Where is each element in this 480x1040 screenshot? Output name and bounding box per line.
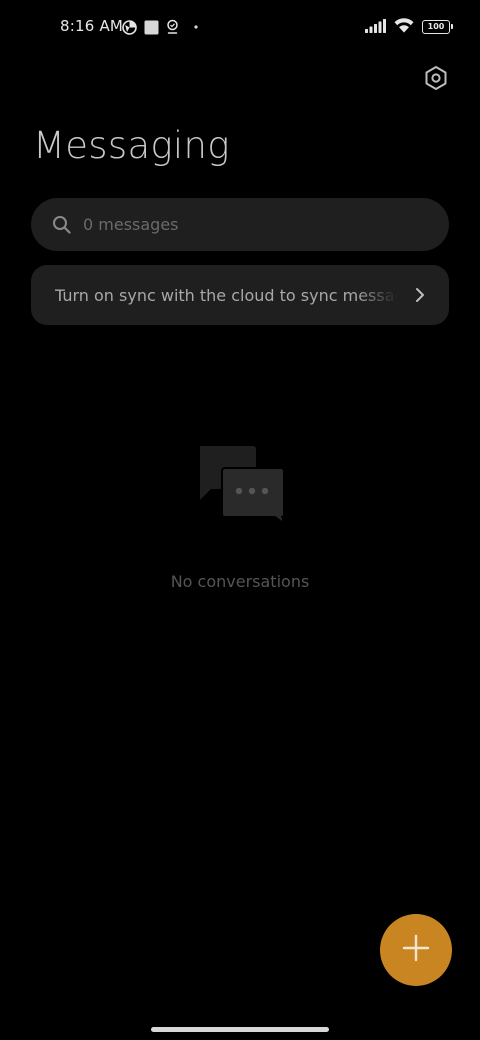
search-icon	[51, 215, 71, 235]
chevron-right-icon	[413, 286, 427, 304]
status-right-icons: 100	[365, 17, 453, 37]
chat-bubbles-icon	[195, 444, 287, 526]
empty-state-text: No conversations	[170, 572, 310, 591]
wifi-icon	[394, 17, 414, 37]
search-bar[interactable]	[31, 198, 449, 251]
status-left-icons	[122, 18, 198, 36]
battery-icon: 100	[422, 20, 453, 34]
home-indicator[interactable]	[151, 1027, 329, 1032]
location-icon	[166, 19, 179, 35]
status-bar: 8:16 AM 100	[0, 0, 480, 56]
battery-level: 100	[427, 22, 445, 31]
plus-icon	[402, 934, 430, 966]
search-input[interactable]	[83, 215, 403, 234]
settings-button[interactable]	[420, 64, 452, 96]
signal-icon	[365, 18, 386, 37]
sync-banner[interactable]: Turn on sync with the cloud to sync mess…	[31, 265, 449, 325]
sync-banner-text: Turn on sync with the cloud to sync mess…	[55, 285, 397, 305]
page-title: Messaging	[33, 124, 230, 167]
status-time: 8:16 AM	[60, 17, 124, 35]
notification-dot-icon	[194, 25, 198, 29]
image-icon	[144, 20, 159, 35]
browser-icon	[122, 19, 137, 35]
new-message-button[interactable]	[380, 914, 452, 986]
settings-hexagon-icon	[423, 65, 449, 95]
